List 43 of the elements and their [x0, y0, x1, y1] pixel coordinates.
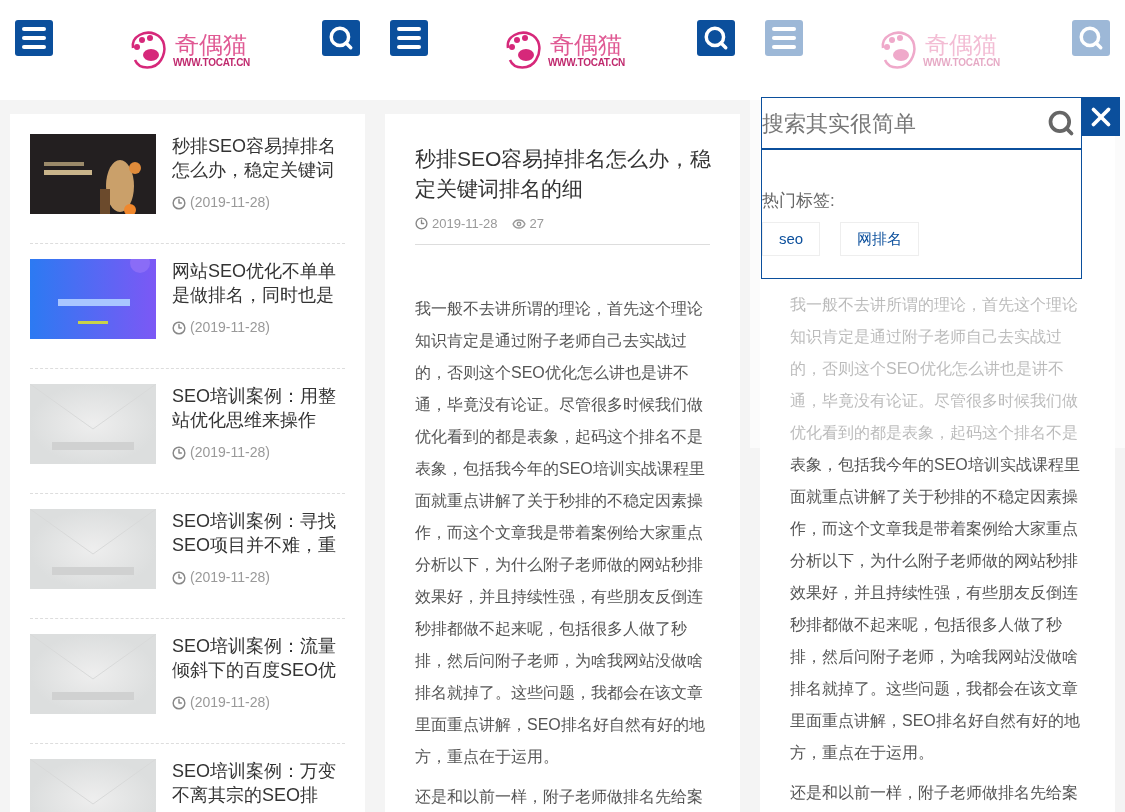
logo-url: WWW.TOCAT.CN	[172, 58, 251, 68]
post-date: (2019-11-28)	[190, 568, 270, 587]
article-title: 秒排SEO容易掉排名怎么办，稳定关键词排名的细	[415, 146, 713, 202]
clock-icon	[172, 445, 186, 460]
search-icon	[703, 25, 729, 51]
clock-icon	[172, 570, 186, 585]
search-icon	[1078, 25, 1104, 51]
search-input[interactable]: 搜索其实很简单	[762, 106, 1022, 140]
clock-icon	[172, 695, 186, 710]
tags-label: 热门标签:	[762, 190, 836, 212]
logo-name: 奇偶猫	[925, 32, 998, 58]
post-date: (2019-11-28)	[190, 693, 270, 712]
tag-link[interactable]: seo	[762, 222, 821, 256]
tag-link[interactable]: 网排名	[840, 222, 920, 256]
article-paragraph: 还是和以前一样，附子老师做排名先给案	[790, 783, 1079, 803]
logo-url: WWW.TOCAT.CN	[922, 58, 1001, 68]
post-title[interactable]: 秒排SEO容易掉排名怎么办，稳定关键词	[172, 134, 344, 182]
search-icon	[328, 25, 354, 51]
search-button[interactable]	[322, 20, 360, 56]
post-date: (2019-11-28)	[190, 193, 270, 212]
post-title[interactable]: SEO培训案例：用整站优化思维来操作	[172, 384, 344, 432]
post-title[interactable]: SEO培训案例：寻找SEO项目并不难，重	[172, 509, 344, 557]
post-title[interactable]: SEO培训案例：流量倾斜下的百度SEO优	[172, 634, 344, 682]
clock-icon	[172, 320, 186, 335]
article-paragraph: 我一般不去讲所谓的理论，首先这个理论知识肯定是通过附子老师自己去实战过的，否则这个SEO优化怎么讲也是讲不通，毕竟没有论证。尽管很多时候我们做优化看到的都是表象，起码这个排名不是表象，包括我今年的SEO培训实战课程里面就重点讲解了关于秒排的不稳定因素操作，而这个文章我是带着案例给大家重点分析以下，为什么附子老师做的网站秒排效果好，并且持续性强，有些朋友反倒连秒排都做不起来呢，包括很多人做了秒排，然后问附子老师，为啥我网站没做啥排名就掉了。这些问题，我都会在该文章里面重点讲解，SEO排名好自然有好的地方，重点在于运用。	[415, 298, 706, 767]
search-button[interactable]	[697, 20, 735, 56]
article-date: 2019-11-28	[432, 215, 498, 233]
clock-icon	[415, 217, 428, 231]
close-button[interactable]	[1081, 97, 1120, 136]
logo-url: WWW.TOCAT.CN	[547, 58, 626, 68]
view-count: 27	[529, 215, 544, 233]
search-icon[interactable]	[1047, 109, 1075, 137]
menu-button[interactable]	[15, 20, 53, 56]
post-date: (2019-11-28)	[190, 443, 270, 462]
logo-name: 奇偶猫	[550, 32, 623, 58]
menu-button[interactable]	[390, 20, 428, 56]
logo-name: 奇偶猫	[175, 32, 248, 58]
post-date: (2019-11-28)	[190, 318, 270, 337]
article-paragraph: 还是和以前一样，附子老师做排名先给案	[415, 786, 704, 807]
post-title[interactable]: SEO培训案例：万变不离其宗的SEO排	[172, 759, 344, 807]
clock-icon	[172, 195, 186, 210]
eye-icon	[511, 216, 526, 231]
post-title[interactable]: 网站SEO优化不单单是做排名，同时也是	[172, 259, 344, 307]
